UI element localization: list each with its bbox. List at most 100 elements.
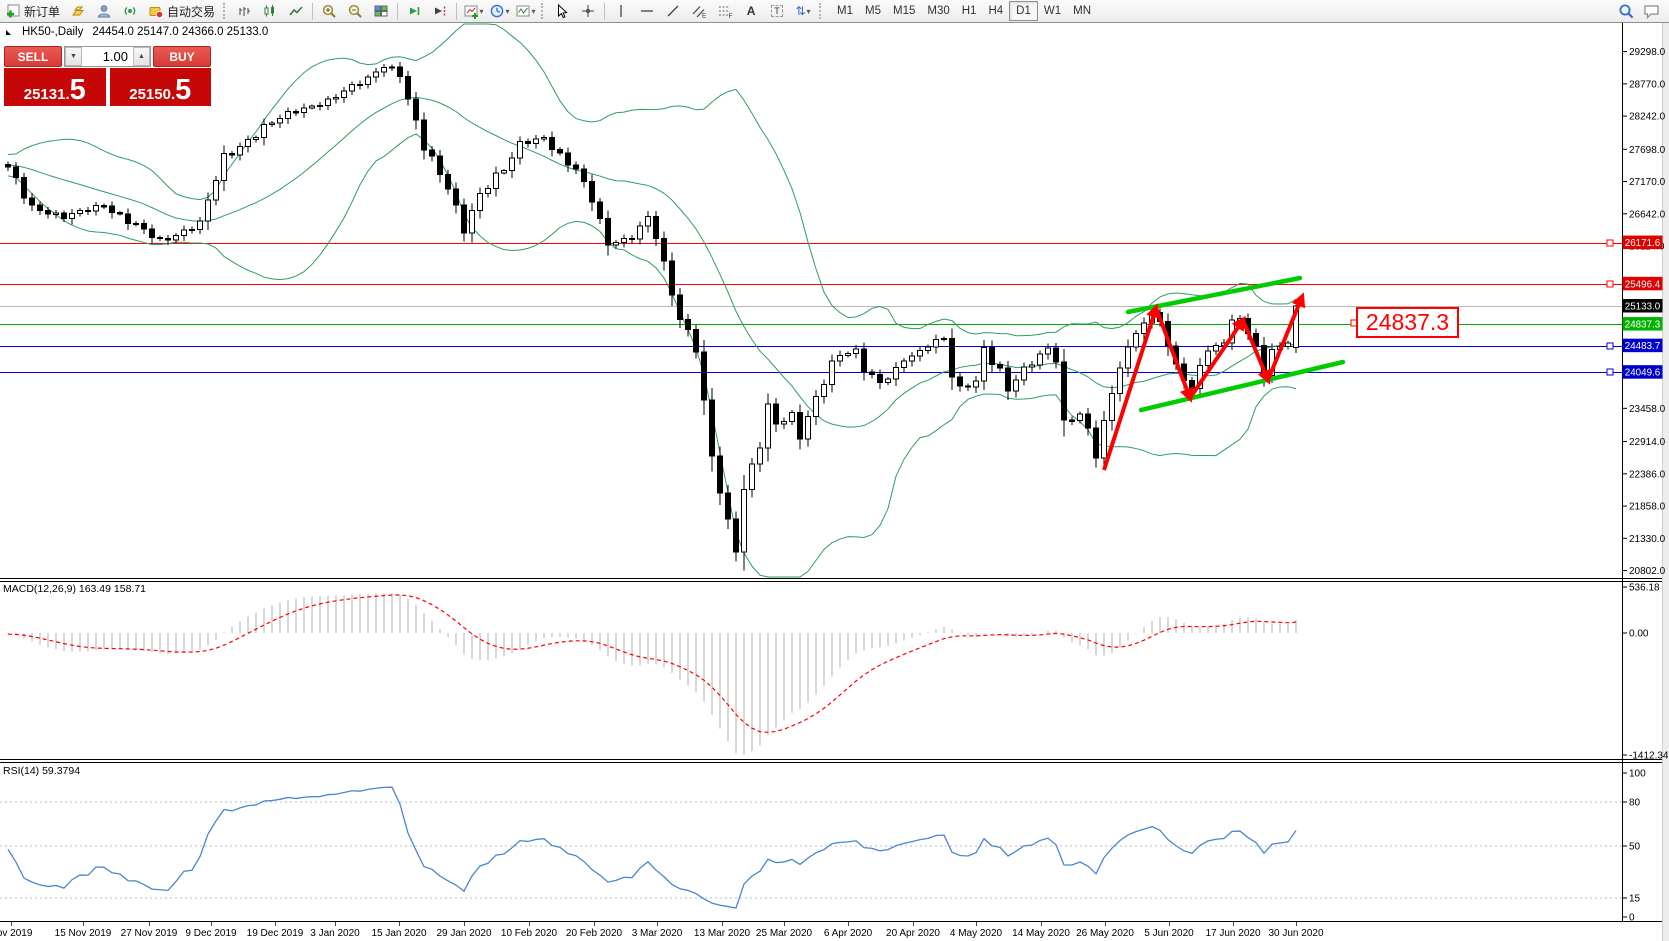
chat-icon[interactable] <box>1643 3 1661 19</box>
pane-frame <box>0 22 1662 922</box>
svg-text:0: 0 <box>1629 913 1635 924</box>
one-click-trading-panel: SELL ▼ 1.00 ▲ BUY 25131.5 25150.5 <box>4 46 211 106</box>
sell-button[interactable]: SELL <box>4 46 62 67</box>
rsi-pane <box>0 787 1622 908</box>
text-tool[interactable]: A <box>738 1 764 21</box>
volume-increase-button[interactable]: ▲ <box>133 47 150 66</box>
equidistant-channel-tool[interactable]: E <box>686 1 712 21</box>
svg-text:21330.0: 21330.0 <box>1629 534 1666 545</box>
rsi-line <box>8 787 1296 908</box>
toolbar-grip <box>819 3 824 19</box>
tile-windows-icon[interactable] <box>368 1 394 21</box>
auto-scroll-icon[interactable] <box>401 1 427 21</box>
svg-text:9 Dec 2019: 9 Dec 2019 <box>185 928 237 939</box>
timeframe-M1[interactable]: M1 <box>831 2 859 20</box>
svg-text:13 Mar 2020: 13 Mar 2020 <box>694 928 751 939</box>
timeframe-H1[interactable]: H1 <box>956 2 983 20</box>
community-icon[interactable] <box>91 1 117 21</box>
svg-text:28242.0: 28242.0 <box>1629 112 1666 123</box>
vertical-line-tool[interactable] <box>608 1 634 21</box>
trendline-tool[interactable] <box>660 1 686 21</box>
timeframe-H4[interactable]: H4 <box>982 2 1009 20</box>
line-chart-type-icon[interactable] <box>283 1 309 21</box>
zoom-in-icon[interactable] <box>316 1 342 21</box>
svg-text:5 Jun 2020: 5 Jun 2020 <box>1144 928 1194 939</box>
svg-text:3 Jan 2020: 3 Jan 2020 <box>310 928 360 939</box>
svg-text:E: E <box>702 13 707 20</box>
horizontal-line-tool[interactable] <box>634 1 660 21</box>
chart-shift-icon[interactable] <box>427 1 453 21</box>
volume-decrease-button[interactable]: ▼ <box>65 47 82 66</box>
bar-chart-type-icon[interactable] <box>231 1 257 21</box>
timeframe-D1[interactable]: D1 <box>1009 1 1038 21</box>
new-order-icon <box>5 3 21 19</box>
svg-text:24049.6: 24049.6 <box>1625 368 1661 379</box>
indicators-dropdown[interactable]: ▾ <box>460 1 486 21</box>
fibonacci-tool[interactable]: F <box>712 1 738 21</box>
new-order-button[interactable]: 新订单 <box>0 1 65 21</box>
timeframe-W1[interactable]: W1 <box>1038 2 1067 20</box>
svg-text:4 May 2020: 4 May 2020 <box>950 928 1003 939</box>
svg-text:27698.0: 27698.0 <box>1629 145 1666 156</box>
timeframe-M30[interactable]: M30 <box>921 2 955 20</box>
auto-trading-button[interactable]: 自动交易 <box>143 1 220 21</box>
svg-text:26 May 2020: 26 May 2020 <box>1076 928 1134 939</box>
svg-text:24483.7: 24483.7 <box>1625 341 1660 352</box>
sell-price[interactable]: 25131.5 <box>4 68 106 106</box>
ohlc-values: 24454.0 25147.0 24366.0 25133.0 <box>92 26 268 38</box>
symbol-marker-icon <box>6 30 11 35</box>
toolbar-grip <box>541 3 546 19</box>
periods-dropdown[interactable]: ▾ <box>486 1 512 21</box>
toolbar-separator <box>604 3 605 20</box>
svg-text:22386.0: 22386.0 <box>1629 469 1666 480</box>
chevron-down-icon: ▾ <box>506 7 510 16</box>
svg-text:25 Mar 2020: 25 Mar 2020 <box>756 928 813 939</box>
svg-text:25496.4: 25496.4 <box>1625 279 1661 290</box>
signal-icon[interactable] <box>117 1 143 21</box>
mt4-window: 新订单 自动交易 <box>0 0 1669 941</box>
svg-text:14 May 2020: 14 May 2020 <box>1012 928 1070 939</box>
zoom-out-icon[interactable] <box>342 1 368 21</box>
svg-text:10 Feb 2020: 10 Feb 2020 <box>501 928 558 939</box>
gold-icon[interactable] <box>65 1 91 21</box>
price-axis: 29298.028770.028242.027698.027170.026642… <box>1622 47 1669 923</box>
svg-text:30 Jun 2020: 30 Jun 2020 <box>1268 928 1323 939</box>
chevron-down-icon: ▾ <box>807 7 811 16</box>
text-label-tool[interactable]: T <box>764 1 790 21</box>
svg-text:3 Mar 2020: 3 Mar 2020 <box>632 928 683 939</box>
svg-text:536.18: 536.18 <box>1629 583 1660 594</box>
svg-text:20 Feb 2020: 20 Feb 2020 <box>566 928 623 939</box>
buy-price[interactable]: 25150.5 <box>110 68 212 106</box>
macd-pane <box>8 593 1296 755</box>
date-axis[interactable]: Nov 201915 Nov 201927 Nov 20199 Dec 2019… <box>0 922 1324 939</box>
timeframe-MN[interactable]: MN <box>1067 2 1097 20</box>
cursor-tool[interactable] <box>549 1 575 21</box>
templates-dropdown[interactable]: ▾ <box>512 1 538 21</box>
timeframe-M15[interactable]: M15 <box>887 2 921 20</box>
auto-trading-icon <box>148 3 164 19</box>
search-icon[interactable] <box>1618 3 1635 20</box>
auto-trading-label: 自动交易 <box>167 3 215 20</box>
price-chart[interactable]: 29298.028770.028242.027698.027170.026642… <box>0 0 1669 941</box>
candles <box>6 62 1299 571</box>
candlestick-type-icon[interactable] <box>257 1 283 21</box>
buy-button[interactable]: BUY <box>153 46 211 67</box>
volume-value[interactable]: 1.00 <box>82 47 133 66</box>
timeframe-group: M1M5M15M30H1H4D1W1MN <box>831 1 1097 21</box>
svg-text:20802.0: 20802.0 <box>1629 566 1666 577</box>
svg-text:21858.0: 21858.0 <box>1629 502 1666 513</box>
chevron-down-icon: ▾ <box>480 7 484 16</box>
crosshair-tool[interactable] <box>575 1 601 21</box>
svg-text:15 Nov 2019: 15 Nov 2019 <box>55 928 112 939</box>
toolbar-separator <box>312 3 313 20</box>
volume-stepper: ▼ 1.00 ▲ <box>64 46 151 67</box>
timeframe-M5[interactable]: M5 <box>859 2 887 20</box>
toolbar-grip <box>223 3 228 19</box>
arrows-tool[interactable]: ⇅▾ <box>790 1 816 21</box>
macd-signal-line <box>8 595 1296 732</box>
svg-text:25133.0: 25133.0 <box>1625 302 1661 313</box>
svg-text:80: 80 <box>1629 798 1641 809</box>
zigzag-arrow <box>1156 308 1190 398</box>
svg-text:50: 50 <box>1629 842 1641 853</box>
svg-text:15 Jan 2020: 15 Jan 2020 <box>371 928 426 939</box>
